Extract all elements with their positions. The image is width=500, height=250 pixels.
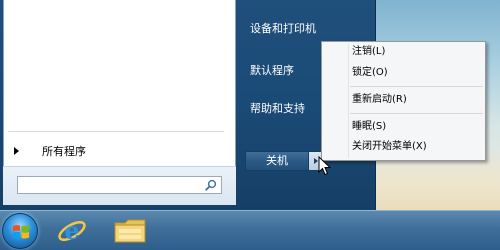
search-box[interactable] [17,176,222,198]
menu-separator [350,113,483,114]
devices-and-printers-link[interactable]: 设备和打印机 [250,20,316,38]
taskbar-file-explorer[interactable] [110,215,150,247]
search-icon[interactable] [205,179,217,191]
taskbar: e [0,210,500,250]
menu-item-restart[interactable]: 重新启动(R) [352,92,407,108]
programs-divider [8,131,224,132]
menu-gutter [348,44,349,158]
file-explorer-icon [114,219,146,243]
start-button[interactable] [2,213,38,249]
start-menu: 所有程序 设备和打印机 默认程序 帮助和支持 关机 [0,0,376,210]
shutdown-context-menu: 注销(L) 锁定(O) 重新启动(R) 睡眠(S) 关闭开始菜单(X) [321,41,486,161]
svg-text:e: e [64,216,79,245]
menu-item-lock[interactable]: 锁定(O) [352,65,388,81]
shutdown-group: 关机 [245,151,323,171]
internet-explorer-icon: e [58,216,86,245]
taskbar-internet-explorer[interactable]: e [54,215,90,247]
menu-item-close-start-menu[interactable]: 关闭开始菜单(X) [352,139,427,155]
shutdown-button[interactable]: 关机 [245,151,309,171]
windows-logo-icon [13,225,29,239]
menu-item-sleep[interactable]: 睡眠(S) [352,119,386,135]
mouse-pointer-icon [318,156,332,176]
search-input[interactable] [18,181,198,198]
menu-item-log-off[interactable]: 注销(L) [352,44,385,60]
default-programs-link[interactable]: 默认程序 [250,62,294,80]
help-and-support-link[interactable]: 帮助和支持 [250,100,305,118]
chevron-right-icon [313,158,318,164]
all-programs-button[interactable]: 所有程序 [14,142,214,160]
all-programs-label: 所有程序 [42,145,86,158]
menu-separator [350,86,483,87]
triangle-right-icon [14,147,19,155]
